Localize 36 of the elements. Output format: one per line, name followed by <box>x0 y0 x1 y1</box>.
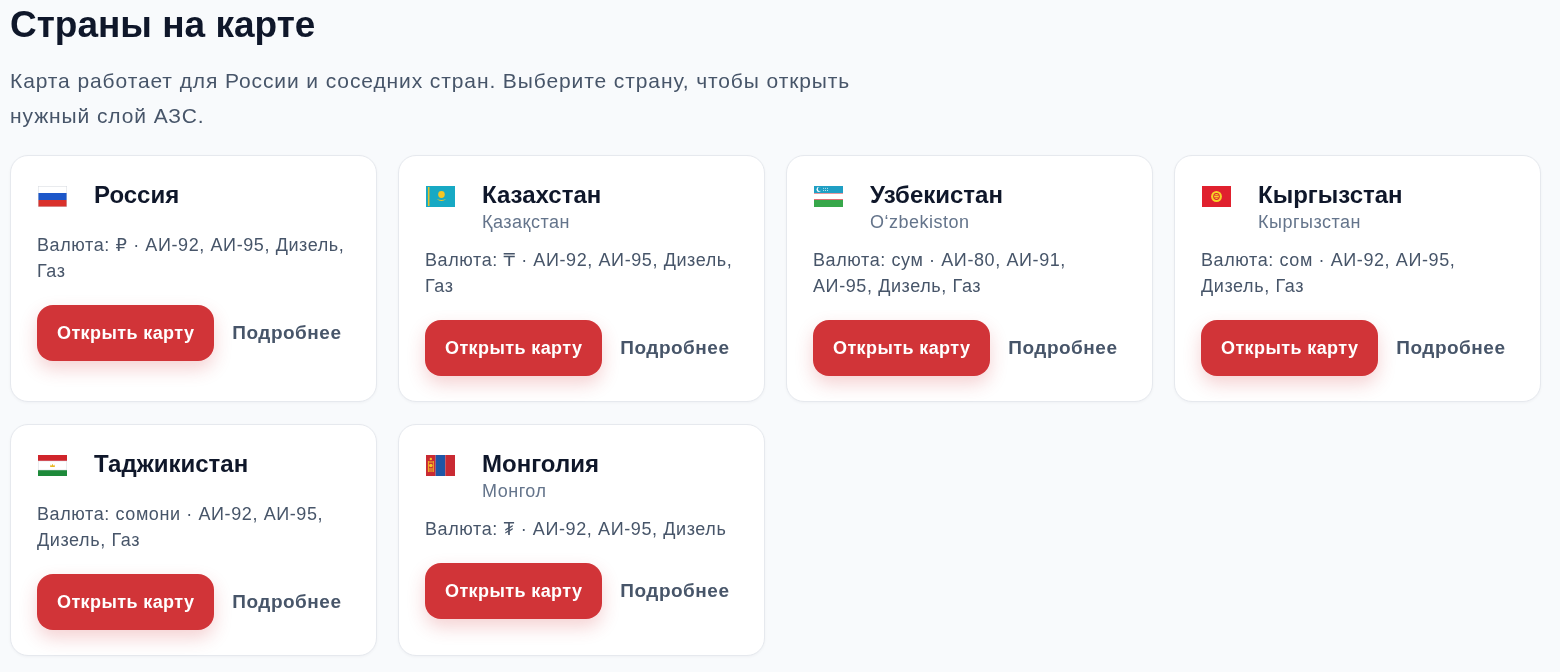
country-name: Казахстан <box>482 181 602 209</box>
country-info: Валюта: ₮ · АИ-92, АИ-95, Дизель <box>425 518 728 541</box>
page-title: Страны на карте <box>10 3 317 47</box>
open-map-button[interactable]: Открыть карту <box>425 320 603 376</box>
country-info: Валюта: сум · АИ-80, АИ-91, АИ-95, Дизель, Газ <box>813 249 1067 298</box>
details-link[interactable]: Подробнее <box>232 591 342 613</box>
country-info: Валюта: ₽ · АИ-92, АИ-95, Дизель, Газ <box>37 234 346 283</box>
country-info: Валюта: сом · АИ-92, АИ-95, Дизель, Газ <box>1201 249 1457 298</box>
country-name: Таджикистан <box>94 450 249 478</box>
open-map-button[interactable]: Открыть карту <box>37 305 215 361</box>
flag-icon <box>38 186 67 207</box>
page-description: Карта работает для России и соседних стран. Выберите страну, чтобы открыть нужный слой АЗС. <box>10 68 852 129</box>
details-link[interactable]: Подробнее <box>1008 337 1118 359</box>
open-map-button[interactable]: Открыть карту <box>37 574 215 630</box>
flag-icon <box>426 186 455 207</box>
country-local-name: Кыргызстан <box>1258 211 1362 234</box>
country-name: Узбекистан <box>870 181 1003 209</box>
country-local-name: Монгол <box>482 480 548 503</box>
country-name: Монголия <box>482 450 599 478</box>
open-map-button[interactable]: Открыть карту <box>813 320 991 376</box>
country-name: Кыргызстан <box>1258 181 1403 209</box>
country-info: Валюта: сомони · АИ-92, АИ-95, Дизель, Газ <box>37 503 325 552</box>
country-info: Валюта: ₸ · АИ-92, АИ-95, Дизель, Газ <box>425 249 734 298</box>
details-link[interactable]: Подробнее <box>620 580 730 602</box>
flag-icon <box>1202 186 1231 207</box>
country-name: Россия <box>94 181 180 209</box>
flag-icon <box>426 455 455 476</box>
country-local-name: Oʻzbekiston <box>870 211 971 234</box>
open-map-button[interactable]: Открыть карту <box>425 563 603 619</box>
details-link[interactable]: Подробнее <box>1396 337 1506 359</box>
details-link[interactable]: Подробнее <box>620 337 730 359</box>
flag-icon <box>38 455 67 476</box>
flag-icon <box>814 186 843 207</box>
country-local-name: Қазақстан <box>482 211 571 234</box>
details-link[interactable]: Подробнее <box>232 322 342 344</box>
open-map-button[interactable]: Открыть карту <box>1201 320 1379 376</box>
